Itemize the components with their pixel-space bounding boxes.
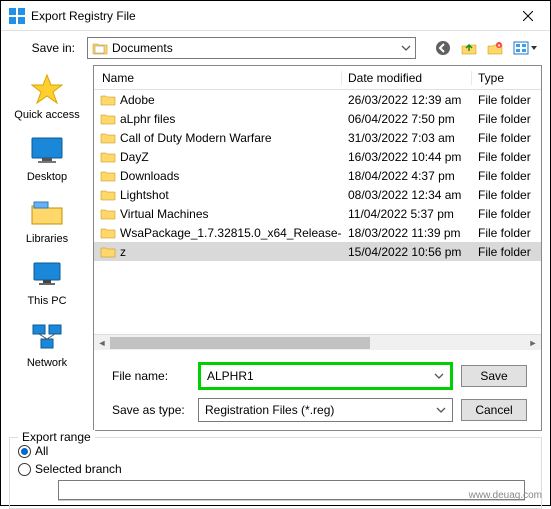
table-row[interactable]: DayZ 16/03/2022 10:44 pmFile folder xyxy=(94,147,541,166)
titlebar: Export Registry File xyxy=(1,1,550,31)
row-date-text: 15/04/2022 10:56 pm xyxy=(342,245,472,259)
save-in-combo[interactable]: Documents xyxy=(87,37,416,59)
row-type-text: File folder xyxy=(472,150,541,164)
folder-icon xyxy=(100,245,116,258)
scroll-right-icon[interactable]: ► xyxy=(525,335,541,351)
libraries-icon xyxy=(29,195,65,231)
folder-icon xyxy=(100,131,116,144)
table-row[interactable]: aLphr files 06/04/2022 7:50 pmFile folder xyxy=(94,109,541,128)
row-name-text: Call of Duty Modern Warfare xyxy=(120,131,272,145)
saveas-label: Save as type: xyxy=(112,403,190,417)
view-menu-button[interactable] xyxy=(510,37,542,59)
row-name-text: Virtual Machines xyxy=(120,207,209,221)
star-icon xyxy=(29,71,65,107)
column-name[interactable]: Name xyxy=(94,71,342,85)
back-button[interactable] xyxy=(432,37,454,59)
row-name-text: z xyxy=(120,245,126,259)
place-quick-access[interactable]: Quick access xyxy=(7,71,87,121)
close-button[interactable] xyxy=(505,1,550,30)
row-date-text: 18/03/2022 11:39 pm xyxy=(342,226,472,240)
folder-icon xyxy=(100,150,116,163)
scroll-left-icon[interactable]: ◄ xyxy=(94,335,110,351)
row-name-text: WsaPackage_1.7.32815.0_x64_Release-Night… xyxy=(120,226,342,240)
new-folder-button[interactable]: ★ xyxy=(484,37,506,59)
row-date-text: 11/04/2022 5:37 pm xyxy=(342,207,472,221)
row-type-text: File folder xyxy=(472,226,541,240)
column-date[interactable]: Date modified xyxy=(342,71,472,85)
saveas-combo[interactable]: Registration Files (*.reg) xyxy=(198,398,453,422)
cancel-button[interactable]: Cancel xyxy=(461,399,527,421)
filename-label: File name: xyxy=(112,369,190,383)
folder-icon xyxy=(100,93,116,106)
filename-input[interactable]: ALPHR1 xyxy=(198,362,453,390)
row-name-text: Lightshot xyxy=(120,188,169,202)
row-date-text: 26/03/2022 12:39 am xyxy=(342,93,472,107)
row-type-text: File folder xyxy=(472,169,541,183)
radio-all[interactable]: All xyxy=(18,442,533,460)
radio-selected-branch[interactable]: Selected branch xyxy=(18,460,533,478)
row-type-text: File folder xyxy=(472,112,541,126)
folder-icon xyxy=(100,169,116,182)
table-row[interactable]: Lightshot 08/03/2022 12:34 amFile folder xyxy=(94,185,541,204)
export-range-group: Export range All Selected branch xyxy=(9,437,542,509)
regedit-icon xyxy=(9,8,25,24)
row-type-text: File folder xyxy=(472,188,541,202)
documents-icon xyxy=(92,41,108,55)
table-row[interactable]: Adobe 26/03/2022 12:39 amFile folder xyxy=(94,90,541,109)
chevron-down-icon xyxy=(401,45,411,51)
place-libraries[interactable]: Libraries xyxy=(7,195,87,245)
network-icon xyxy=(29,319,65,355)
scroll-thumb[interactable] xyxy=(110,337,370,349)
selected-branch-input[interactable] xyxy=(58,480,525,500)
watermark: www.deuaq.com xyxy=(469,490,542,501)
place-this-pc[interactable]: This PC xyxy=(7,257,87,307)
row-date-text: 31/03/2022 7:03 am xyxy=(342,131,472,145)
row-date-text: 18/04/2022 4:37 pm xyxy=(342,169,472,183)
save-in-label: Save in: xyxy=(25,41,81,55)
folder-icon xyxy=(100,112,116,125)
chevron-down-icon xyxy=(434,373,444,379)
folder-icon xyxy=(100,226,116,239)
row-name-text: Adobe xyxy=(120,93,155,107)
row-type-text: File folder xyxy=(472,131,541,145)
folder-icon xyxy=(100,188,116,201)
column-type[interactable]: Type xyxy=(472,71,541,85)
row-type-text: File folder xyxy=(472,245,541,259)
row-date-text: 06/04/2022 7:50 pm xyxy=(342,112,472,126)
row-type-text: File folder xyxy=(472,93,541,107)
place-desktop[interactable]: Desktop xyxy=(7,133,87,183)
table-row[interactable]: Virtual Machines 11/04/2022 5:37 pmFile f… xyxy=(94,204,541,223)
chevron-down-icon xyxy=(436,407,446,413)
save-in-row: Save in: Documents ★ xyxy=(1,31,550,63)
up-one-level-button[interactable] xyxy=(458,37,480,59)
save-in-value: Documents xyxy=(112,41,173,55)
folder-icon xyxy=(100,207,116,220)
radio-icon xyxy=(18,445,31,458)
save-button[interactable]: Save xyxy=(461,365,527,387)
places-bar: Quick access Desktop Libraries This PC xyxy=(1,63,93,433)
desktop-icon xyxy=(29,133,65,169)
svg-text:★: ★ xyxy=(497,43,502,49)
row-name-text: DayZ xyxy=(120,150,149,164)
row-date-text: 08/03/2022 12:34 am xyxy=(342,188,472,202)
file-list: Name Date modified Type Adobe 26/03/2022 … xyxy=(93,65,542,431)
table-row[interactable]: WsaPackage_1.7.32815.0_x64_Release-Night… xyxy=(94,223,541,242)
horizontal-scrollbar[interactable]: ◄ ► xyxy=(94,334,541,350)
list-header: Name Date modified Type xyxy=(94,66,541,90)
table-row[interactable]: Call of Duty Modern Warfare 31/03/2022 7:… xyxy=(94,128,541,147)
export-registry-dialog: Export Registry File Save in: Documents … xyxy=(0,0,551,506)
row-type-text: File folder xyxy=(472,207,541,221)
table-row[interactable]: z 15/04/2022 10:56 pmFile folder xyxy=(94,242,541,261)
place-network[interactable]: Network xyxy=(7,319,87,369)
row-date-text: 16/03/2022 10:44 pm xyxy=(342,150,472,164)
nav-buttons: ★ xyxy=(432,37,542,59)
export-range-legend: Export range xyxy=(18,430,95,444)
row-name-text: aLphr files xyxy=(120,112,175,126)
radio-icon xyxy=(18,463,31,476)
window-title: Export Registry File xyxy=(31,9,505,23)
this-pc-icon xyxy=(29,257,65,293)
table-row[interactable]: Downloads 18/04/2022 4:37 pmFile folder xyxy=(94,166,541,185)
row-name-text: Downloads xyxy=(120,169,179,183)
